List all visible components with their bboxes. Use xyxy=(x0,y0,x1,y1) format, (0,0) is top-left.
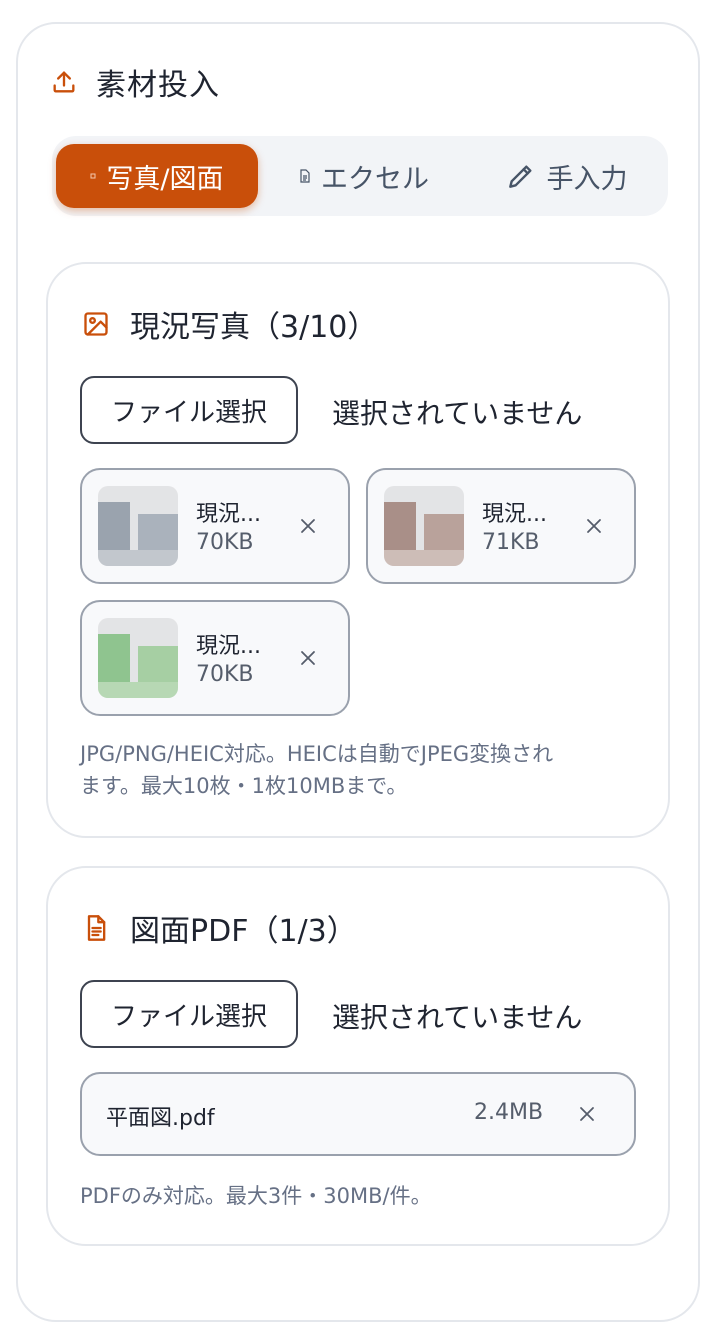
tab-excel[interactable]: エクセル xyxy=(264,144,464,208)
upload-icon xyxy=(53,71,75,93)
file-size: 2.4MB xyxy=(474,1100,544,1125)
image-icon xyxy=(84,312,108,336)
photo-small-icon xyxy=(90,173,96,179)
panel-title: 素材投入 xyxy=(96,68,220,103)
tab-photo-drawing[interactable]: 写真/図面 xyxy=(56,144,258,208)
file-size: 71KB xyxy=(482,530,540,555)
tab-label: 写真/図面 xyxy=(106,163,224,195)
input-mode-tabs: 写真/図面 エクセル 手入力 xyxy=(52,136,668,216)
file-icon xyxy=(299,169,311,183)
pencil-icon xyxy=(505,160,537,192)
close-icon xyxy=(301,519,315,533)
hint-line: ます。最大10枚・1枚10MBまで。 xyxy=(80,774,408,798)
remove-file-button[interactable] xyxy=(579,511,609,541)
remove-file-button[interactable] xyxy=(572,1099,602,1129)
card-header: 図面PDF（1/3） xyxy=(82,908,357,949)
file-name: 現況... xyxy=(482,502,547,527)
tab-manual-input[interactable]: 手入力 xyxy=(468,144,664,208)
file-name: 現況... xyxy=(196,634,261,659)
no-file-selected-text: 選択されていません xyxy=(332,397,583,430)
document-icon xyxy=(87,915,106,941)
card-header: 現況写真（3/10） xyxy=(82,304,378,345)
no-file-selected-text: 選択されていません xyxy=(332,1001,583,1034)
photo-file-item: 現況... 70KB xyxy=(80,600,350,716)
close-icon xyxy=(580,1107,594,1121)
card-title: 図面PDF（1/3） xyxy=(130,914,357,949)
file-name: 平面図.pdf xyxy=(106,1106,215,1131)
file-select-button[interactable]: ファイル選択 xyxy=(80,376,298,444)
photo-thumbnail xyxy=(98,486,178,566)
panel-header: 素材投入 xyxy=(50,60,220,104)
pdf-format-hint: PDFのみ対応。最大3件・30MB/件。 xyxy=(80,1184,432,1208)
photo-file-item: 現況... 70KB xyxy=(80,468,350,584)
photo-upload-card: 現況写真（3/10） ファイル選択 選択されていません 現況... 70KB 現… xyxy=(46,262,670,838)
file-name: 現況... xyxy=(196,502,261,527)
file-size: 70KB xyxy=(196,530,254,555)
pdf-upload-card: 図面PDF（1/3） ファイル選択 選択されていません 平面図.pdf 2.4M… xyxy=(46,866,670,1246)
photo-format-hint: JPG/PNG/HEIC対応。HEICは自動でJPEG変換され ます。最大10枚… xyxy=(80,738,640,802)
file-select-button[interactable]: ファイル選択 xyxy=(80,980,298,1048)
tab-label: エクセル xyxy=(321,163,429,195)
card-title: 現況写真（3/10） xyxy=(130,310,378,345)
file-size: 70KB xyxy=(196,662,254,687)
hint-line: JPG/PNG/HEIC対応。HEICは自動でJPEG変換され xyxy=(80,742,554,766)
close-icon xyxy=(587,519,601,533)
tab-label: 手入力 xyxy=(546,163,628,195)
close-icon xyxy=(301,651,315,665)
photo-thumbnail xyxy=(98,618,178,698)
pdf-file-item: 平面図.pdf 2.4MB xyxy=(80,1072,636,1156)
photo-file-item: 現況... 71KB xyxy=(366,468,636,584)
remove-file-button[interactable] xyxy=(293,511,323,541)
photo-thumbnail xyxy=(384,486,464,566)
remove-file-button[interactable] xyxy=(293,643,323,673)
